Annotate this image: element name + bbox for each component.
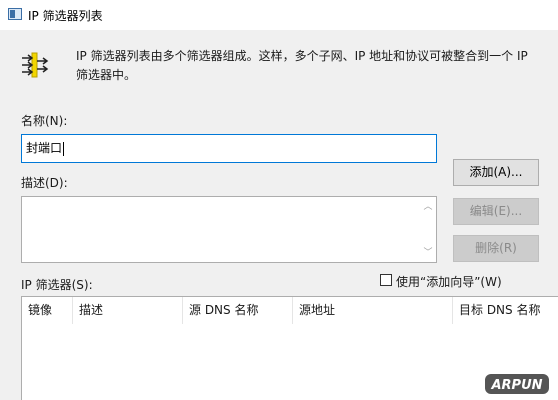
name-value: 封端口 bbox=[26, 141, 63, 155]
window-title: IP 筛选器列表 bbox=[28, 9, 103, 23]
use-wizard-checkbox[interactable] bbox=[380, 274, 392, 286]
column-header-source-dns[interactable]: 源 DNS 名称 bbox=[183, 297, 293, 324]
name-input[interactable]: 封端口 bbox=[21, 134, 437, 163]
description-label: 描述(D): bbox=[21, 176, 68, 190]
name-label: 名称(N): bbox=[21, 114, 68, 128]
arpun-watermark: ARPUN bbox=[485, 374, 549, 394]
delete-button[interactable]: 删除(R) bbox=[453, 235, 539, 262]
dialog-description: IP 筛选器列表由多个筛选器组成。这样，多个子网、IP 地址和协议可被整合到一个… bbox=[76, 49, 528, 82]
column-header-destination-dns[interactable]: 目标 DNS 名称 bbox=[453, 297, 558, 324]
text-caret bbox=[63, 141, 65, 156]
ip-filter-list[interactable]: 镜像 描述 源 DNS 名称 源地址 目标 DNS 名称 bbox=[21, 296, 558, 400]
list-header: 镜像 描述 源 DNS 名称 源地址 目标 DNS 名称 bbox=[22, 297, 558, 324]
description-textarea[interactable]: ︿ ﹀ bbox=[21, 196, 437, 263]
window-icon bbox=[8, 8, 22, 20]
description-scrollbar[interactable]: ︿ ﹀ bbox=[420, 197, 436, 262]
use-wizard-label: 使用“添加向导”(W) bbox=[396, 275, 502, 289]
column-header-mirror[interactable]: 镜像 bbox=[22, 297, 73, 324]
svg-text:ARPUN: ARPUN bbox=[490, 378, 542, 393]
column-header-source-address[interactable]: 源地址 bbox=[293, 297, 453, 324]
title-bar: IP 筛选器列表 bbox=[0, 0, 558, 30]
column-header-description[interactable]: 描述 bbox=[73, 297, 183, 324]
scroll-up-icon[interactable]: ︿ bbox=[423, 202, 433, 212]
scroll-down-icon[interactable]: ﹀ bbox=[423, 248, 433, 258]
filter-list-icon bbox=[22, 52, 49, 78]
add-button[interactable]: 添加(A)... bbox=[453, 159, 539, 186]
ip-filters-label: IP 筛选器(S): bbox=[21, 278, 93, 292]
edit-button[interactable]: 编辑(E)... bbox=[453, 198, 539, 225]
